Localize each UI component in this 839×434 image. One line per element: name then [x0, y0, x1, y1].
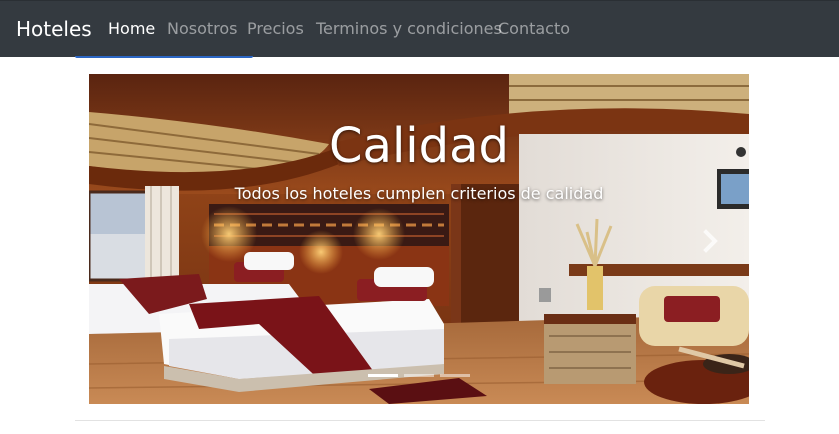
navbar-brand[interactable]: Hoteles	[16, 16, 92, 42]
accent-strip	[75, 56, 253, 58]
carousel-caption-text: Todos los hoteles cumplen criterios de c…	[234, 184, 604, 203]
carousel-indicator-3[interactable]	[440, 374, 470, 377]
nav-link-precios[interactable]: Precios	[247, 18, 304, 40]
carousel-indicator-1[interactable]	[368, 374, 398, 377]
top-navbar: Hoteles Home Nosotros Precios Terminos y…	[0, 0, 839, 57]
carousel-caption-title: Calidad	[329, 118, 509, 174]
nav-link-nosotros[interactable]: Nosotros	[167, 18, 238, 40]
hero-carousel[interactable]: Calidad Todos los hoteles cumplen criter…	[89, 74, 749, 404]
carousel-next-button[interactable]	[701, 226, 721, 256]
nav-link-contacto[interactable]: Contacto	[498, 18, 570, 40]
chevron-right-icon	[703, 229, 718, 253]
nav-link-home[interactable]: Home	[108, 18, 155, 40]
carousel-indicator-2[interactable]	[404, 374, 434, 377]
section-divider	[75, 420, 765, 421]
nav-link-terminos[interactable]: Terminos y condiciones	[316, 18, 502, 40]
